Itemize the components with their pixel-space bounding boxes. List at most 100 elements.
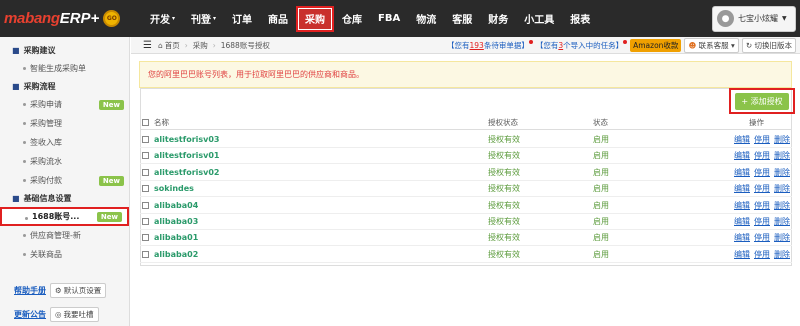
row-checkbox[interactable] [142, 250, 149, 258]
import-tasks-link[interactable]: 【您有3个导入中的任务】 [536, 39, 628, 51]
help-manual-link[interactable]: 帮助手册 [14, 285, 46, 296]
delete-link[interactable]: 删除 [774, 232, 790, 243]
edit-link[interactable]: 编辑 [734, 216, 750, 227]
nav-item[interactable]: FBA [370, 0, 408, 37]
nav-item[interactable]: 财务 [480, 0, 516, 37]
auth-status: 授权有效 [488, 135, 520, 144]
table-row: alibaba02 授权有效 启用 编辑 停用 删除 [140, 247, 792, 263]
sidebar-item[interactable]: 1688账号... New [0, 207, 129, 226]
sidebar-item[interactable]: 采购申请 New [0, 95, 129, 114]
account-name[interactable]: alitestforisv01 [154, 151, 220, 160]
delete-link[interactable]: 删除 [774, 183, 790, 194]
support-icon: ☻ [688, 40, 697, 50]
delete-link[interactable]: 删除 [774, 216, 790, 227]
account-name[interactable]: sokindes [154, 184, 194, 193]
row-checkbox[interactable] [142, 168, 149, 176]
disable-link[interactable]: 停用 [754, 200, 770, 211]
nav-item[interactable]: 仓库 [334, 0, 370, 37]
edit-link[interactable]: 编辑 [734, 249, 750, 260]
row-checkbox[interactable] [142, 185, 149, 193]
nav-item-label: 采购 [305, 15, 326, 26]
row-checkbox[interactable] [142, 234, 149, 242]
row-checkbox[interactable] [142, 218, 149, 225]
account-name[interactable]: alibaba03 [154, 217, 198, 226]
nav-item[interactable]: 订单 [224, 0, 260, 37]
account-name[interactable]: alibaba01 [154, 233, 198, 242]
delete-link[interactable]: 删除 [774, 150, 790, 161]
sidebar-item[interactable]: 签收入库 [0, 133, 129, 152]
name-cell: alibaba01 [140, 233, 488, 242]
edit-link[interactable]: 编辑 [734, 150, 750, 161]
pending-orders-link[interactable]: 【您有193条待审单据】 [447, 39, 533, 51]
status: 启用 [593, 217, 609, 226]
sidebar-item[interactable]: 采购管理 [0, 114, 129, 133]
disable-link[interactable]: 停用 [754, 167, 770, 178]
delete-link[interactable]: 删除 [774, 249, 790, 260]
contact-support-button[interactable]: ☻ 联系客服 ▾ [684, 37, 739, 53]
edit-link[interactable]: 编辑 [734, 134, 750, 145]
nav-item[interactable]: 商品 [260, 0, 296, 37]
disable-link[interactable]: 停用 [754, 249, 770, 260]
nav-item[interactable]: 物流 [408, 0, 444, 37]
delete-link[interactable]: 删除 [774, 134, 790, 145]
home-icon: ⌂ [157, 40, 163, 50]
sidebar-item[interactable]: 智能生成采购单 [0, 59, 129, 78]
disable-link[interactable]: 停用 [754, 232, 770, 243]
delete-link[interactable]: 删除 [774, 167, 790, 178]
row-checkbox[interactable] [142, 136, 149, 143]
disable-link[interactable]: 停用 [754, 150, 770, 161]
account-name[interactable]: alitestforisv02 [154, 168, 220, 177]
breadcrumb-home[interactable]: 首页 [165, 40, 180, 51]
disable-link[interactable]: 停用 [754, 134, 770, 145]
logo[interactable]: mabang ERP+ GO [4, 10, 142, 27]
add-authorization-button[interactable]: + 添加授权 [735, 92, 789, 110]
disable-link[interactable]: 停用 [754, 216, 770, 227]
disable-link[interactable]: 停用 [754, 183, 770, 194]
nav-item[interactable]: 小工具 [516, 0, 562, 37]
default-page-button[interactable]: ⚙ 默认页设置 [50, 283, 107, 298]
auth-status: 授权有效 [488, 233, 520, 243]
sidebar-item[interactable]: 采购付款 New [0, 171, 129, 190]
gear-icon: ⚙ [55, 286, 62, 295]
sidebar-item[interactable]: 采购流水 [0, 152, 129, 171]
breadcrumb-level1[interactable]: 采购 [193, 40, 208, 51]
logo-badge-icon: GO [103, 10, 121, 27]
default-page-label: 默认页设置 [63, 286, 102, 295]
nav-item[interactable]: 采购 [296, 5, 335, 32]
row-checkbox[interactable] [142, 201, 149, 209]
nav-item[interactable]: 开发 ▾ [142, 0, 183, 37]
import-suffix: 个导入中的任务】 [563, 40, 624, 50]
nav-item[interactable]: 刊登 ▾ [183, 0, 224, 37]
update-announce-link[interactable]: 更新公告 [14, 309, 46, 320]
edit-link[interactable]: 编辑 [734, 200, 750, 211]
amazon-payment-button[interactable]: Amazon收款 [630, 38, 682, 52]
auth-status: 授权有效 [488, 200, 520, 210]
table-row: alitestforisv02 授权有效 启用 编辑 停用 删除 [140, 165, 792, 181]
nav-item[interactable]: 报表 [562, 0, 598, 37]
delete-link[interactable]: 删除 [774, 200, 790, 211]
edit-link[interactable]: 编辑 [734, 167, 750, 178]
sidebar-item[interactable]: 供应商管理-新 [0, 226, 129, 245]
account-name[interactable]: alibaba02 [154, 250, 198, 259]
nav-item[interactable]: 客服 [444, 0, 480, 37]
status: 启用 [593, 151, 609, 161]
switch-version-button[interactable]: ↻ 切换旧版本 [741, 37, 796, 53]
edit-link[interactable]: 编辑 [734, 232, 750, 243]
row-checkbox[interactable] [142, 152, 149, 160]
new-badge: New [96, 211, 122, 222]
add-authorization-highlight: + 添加授权 [729, 88, 795, 114]
sidebar-section: ■ 基础信息设置 [0, 190, 129, 207]
ops-cell: 编辑 停用 删除 [684, 167, 792, 178]
select-all-checkbox[interactable] [142, 119, 149, 126]
sidebar-item-label: 采购付款 [30, 176, 62, 185]
new-badge: New [98, 99, 124, 110]
chevron-down-icon: ▾ [213, 15, 217, 22]
menu-toggle-icon[interactable]: ☰ [143, 40, 152, 51]
account-name[interactable]: alibaba04 [154, 201, 198, 210]
account-name[interactable]: alitestforisv03 [154, 135, 220, 144]
user-menu[interactable]: ● 七宝小炫耀 ▼ [712, 5, 796, 32]
breadcrumb: ☰ ⌂ 首页 › 采购 › 1688账号授权 【您有193条待审单据】 【您有3… [131, 37, 800, 54]
feedback-button[interactable]: ◎ 我要吐槽 [50, 307, 99, 322]
sidebar-item[interactable]: 关联商品 [0, 245, 129, 264]
edit-link[interactable]: 编辑 [734, 183, 750, 194]
